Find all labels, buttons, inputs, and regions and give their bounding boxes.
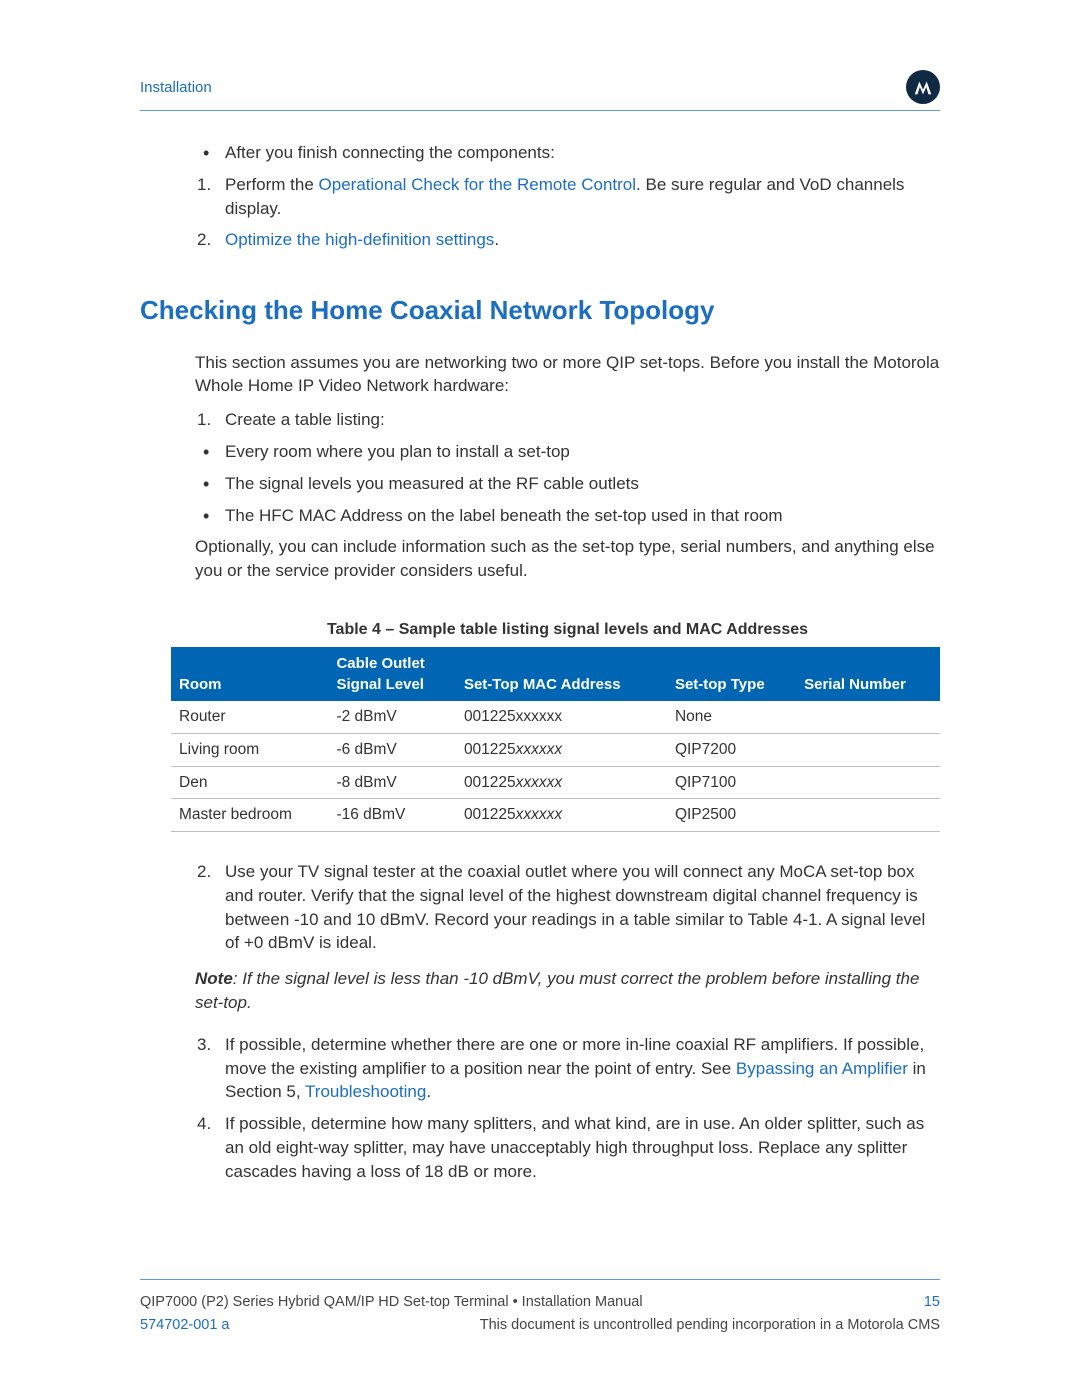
- col-serial: Serial Number: [796, 647, 940, 701]
- cell-mac: 001225xxxxxx: [456, 799, 667, 832]
- optimize-hd-link[interactable]: Optimize the high-definition settings: [225, 230, 494, 249]
- note-body: : If the signal level is less than -10 d…: [195, 969, 919, 1012]
- cell-room: Master bedroom: [171, 799, 328, 832]
- sub-bullets: Every room where you plan to install a s…: [195, 440, 940, 527]
- cell-room: Router: [171, 701, 328, 733]
- cell-signal: -2 dBmV: [328, 701, 456, 733]
- pre-section-steps: 1. Perform the Operational Check for the…: [195, 173, 940, 252]
- step-item: 4.If possible, determine how many splitt…: [225, 1112, 940, 1183]
- cell-signal: -16 dBmV: [328, 799, 456, 832]
- step-item: 1. Perform the Operational Check for the…: [225, 173, 940, 221]
- table-row: Den-8 dBmV001225xxxxxxQIP7100: [171, 766, 940, 799]
- cell-serial: [796, 799, 940, 832]
- cell-type: QIP7100: [667, 766, 796, 799]
- signal-table: Room Cable OutletSignal Level Set-Top MA…: [171, 647, 940, 832]
- col-mac: Set-Top MAC Address: [456, 647, 667, 701]
- step-item: 1.Create a table listing:: [225, 408, 940, 432]
- motorola-logo-icon: [906, 70, 940, 104]
- cell-room: Den: [171, 766, 328, 799]
- page-footer: QIP7000 (P2) Series Hybrid QAM/IP HD Set…: [140, 1279, 940, 1337]
- table-caption: Table 4 – Sample table listing signal le…: [195, 619, 940, 641]
- section-steps-3: 3. If possible, determine whether there …: [195, 1033, 940, 1184]
- intro-paragraph: This section assumes you are networking …: [195, 351, 940, 399]
- footer-title: QIP7000 (P2) Series Hybrid QAM/IP HD Set…: [140, 1292, 643, 1312]
- cell-type: None: [667, 701, 796, 733]
- cell-type: QIP7200: [667, 734, 796, 767]
- step-text-tail: .: [494, 230, 499, 249]
- doc-number: 574702-001 a: [140, 1315, 230, 1335]
- step-text: If possible, determine how many splitter…: [225, 1114, 924, 1181]
- note-paragraph: Note: If the signal level is less than -…: [195, 967, 940, 1015]
- breadcrumb[interactable]: Installation: [140, 77, 212, 98]
- cell-room: Living room: [171, 734, 328, 767]
- section-heading: Checking the Home Coaxial Network Topolo…: [140, 292, 940, 328]
- footer-disclaimer: This document is uncontrolled pending in…: [480, 1315, 940, 1335]
- cell-serial: [796, 734, 940, 767]
- bullet-item: Every room where you plan to install a s…: [225, 440, 940, 464]
- optional-paragraph: Optionally, you can include information …: [195, 535, 940, 583]
- cell-mac: 001225xxxxxx: [456, 766, 667, 799]
- cell-type: QIP2500: [667, 799, 796, 832]
- cell-signal: -6 dBmV: [328, 734, 456, 767]
- cell-serial: [796, 701, 940, 733]
- page-content: After you finish connecting the componen…: [140, 141, 940, 1184]
- page-header: Installation: [140, 70, 940, 111]
- cell-signal: -8 dBmV: [328, 766, 456, 799]
- note-label: Note: [195, 969, 233, 988]
- step-item: 2. Optimize the high-definition settings…: [225, 228, 940, 252]
- col-signal: Cable OutletSignal Level: [328, 647, 456, 701]
- table-row: Router-2 dBmV001225xxxxxxNone: [171, 701, 940, 733]
- cell-serial: [796, 766, 940, 799]
- col-type: Set-top Type: [667, 647, 796, 701]
- step-text: Perform the: [225, 175, 319, 194]
- page-number: 15: [924, 1292, 940, 1312]
- bullet-item: After you finish connecting the componen…: [225, 141, 940, 165]
- troubleshooting-link[interactable]: Troubleshooting: [305, 1082, 426, 1101]
- cell-mac: 001225xxxxxx: [456, 734, 667, 767]
- step-text: Use your TV signal tester at the coaxial…: [225, 862, 925, 952]
- section-steps-2: 2.Use your TV signal tester at the coaxi…: [195, 860, 940, 955]
- bypass-amp-link[interactable]: Bypassing an Amplifier: [736, 1059, 908, 1078]
- section-steps-1: 1.Create a table listing:: [195, 408, 940, 432]
- step-item: 2.Use your TV signal tester at the coaxi…: [225, 860, 940, 955]
- col-room: Room: [171, 647, 328, 701]
- step-text: Create a table listing:: [225, 410, 385, 429]
- operational-check-link[interactable]: Operational Check for the Remote Control: [319, 175, 637, 194]
- cell-mac: 001225xxxxxx: [456, 701, 667, 733]
- pre-section-bullets: After you finish connecting the componen…: [195, 141, 940, 165]
- bullet-item: The HFC MAC Address on the label beneath…: [225, 504, 940, 528]
- bullet-item: The signal levels you measured at the RF…: [225, 472, 940, 496]
- table-row: Living room-6 dBmV001225xxxxxxQIP7200: [171, 734, 940, 767]
- step-text-tail: .: [426, 1082, 431, 1101]
- step-item: 3. If possible, determine whether there …: [225, 1033, 940, 1104]
- table-row: Master bedroom-16 dBmV001225xxxxxxQIP250…: [171, 799, 940, 832]
